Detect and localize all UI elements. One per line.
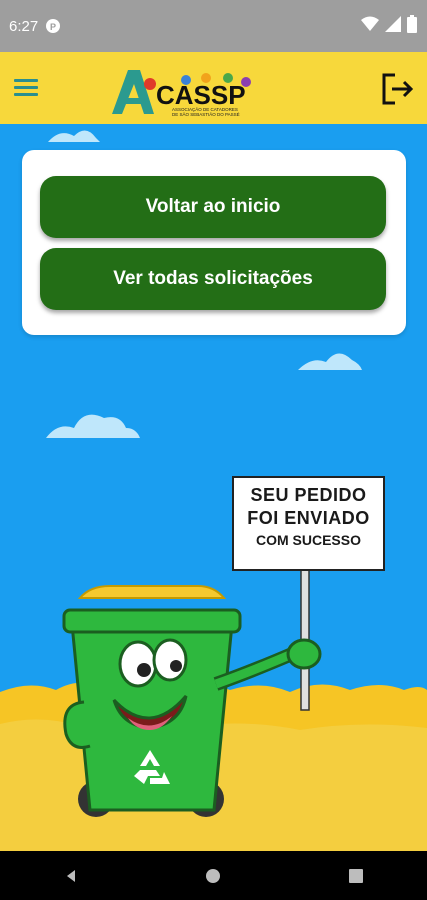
status-icons [361, 15, 417, 33]
status-bar: 6:27 P [0, 0, 427, 52]
sign-line-3: COM SUCESSO [255, 532, 361, 548]
success-sign: SEU PEDIDO FOI ENVIADO COM SUCESSO [232, 476, 385, 571]
notification-p-icon: P [46, 19, 61, 33]
hamburger-menu-icon[interactable] [14, 79, 38, 97]
signal-icon [385, 16, 401, 32]
actions-card: Voltar ao inicio Ver todas solicitações [22, 150, 406, 335]
back-icon[interactable] [41, 861, 101, 891]
battery-icon [407, 15, 417, 33]
wifi-icon [361, 16, 379, 31]
logout-icon[interactable] [379, 71, 415, 107]
status-time: 6:27 [9, 17, 39, 35]
view-all-requests-button[interactable]: Ver todas solicitações [40, 248, 386, 310]
back-to-home-button[interactable]: Voltar ao inicio [40, 176, 386, 238]
home-icon[interactable] [183, 861, 243, 891]
recents-icon[interactable] [326, 861, 386, 891]
logo-text: CASSP [156, 80, 246, 110]
acassp-logo: CASSP ASSOCIAÇÃO DE CATADORES DE SÃO SEB… [110, 64, 260, 118]
sign-line-1: SEU PEDIDO [250, 485, 367, 505]
svg-text:P: P [50, 22, 56, 31]
app-bar: CASSP ASSOCIAÇÃO DE CATADORES DE SÃO SEB… [0, 52, 427, 124]
system-nav-bar [0, 851, 427, 900]
sign-line-2: FOI ENVIADO [247, 508, 370, 528]
logo-subtitle-2: DE SÃO SEBASTIÃO DO PASSÉ [172, 111, 240, 117]
